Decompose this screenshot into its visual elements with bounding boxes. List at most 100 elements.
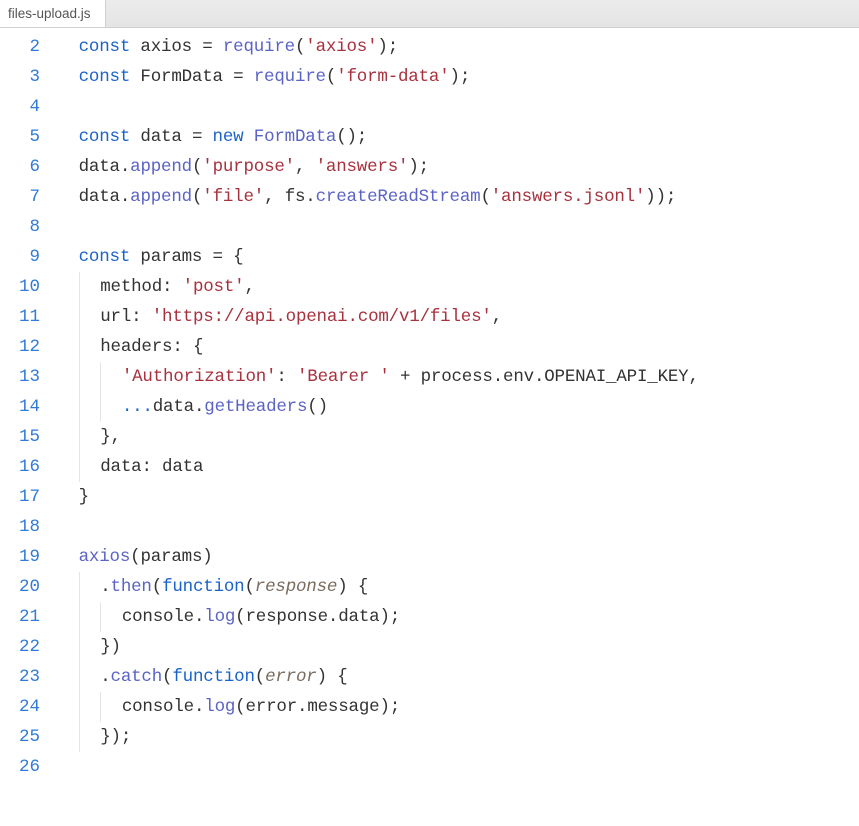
- token-dot: .: [328, 607, 338, 627]
- token-fn: log: [204, 697, 235, 717]
- token-def: env: [503, 367, 534, 387]
- code-line[interactable]: 16 data: data: [0, 452, 859, 482]
- tab-active[interactable]: files-upload.js: [0, 0, 106, 27]
- token-op: =: [202, 37, 223, 57]
- line-number: 8: [0, 212, 58, 242]
- token-op: (: [192, 187, 202, 207]
- token-op: );: [379, 607, 400, 627]
- token-fn: createReadStream: [316, 187, 481, 207]
- line-number: 26: [0, 752, 58, 782]
- line-number: 14: [0, 392, 58, 422]
- token-op: ();: [336, 127, 367, 147]
- code-line[interactable]: 21 console.log(response.data);: [0, 602, 859, 632]
- code-content: url: 'https://api.openai.com/v1/files',: [58, 302, 859, 332]
- code-editor[interactable]: 2 const axios = require('axios');3 const…: [0, 28, 859, 782]
- token-def: process: [421, 367, 493, 387]
- token-op: +: [390, 367, 421, 387]
- code-line[interactable]: 5 const data = new FormData();: [0, 122, 859, 152]
- code-line[interactable]: 13 'Authorization': 'Bearer ' + process.…: [0, 362, 859, 392]
- token-str: 'purpose': [202, 157, 295, 177]
- token-op: ,: [244, 277, 254, 297]
- code-line[interactable]: 23 .catch(function(error) {: [0, 662, 859, 692]
- token-fn: append: [130, 157, 192, 177]
- code-line[interactable]: 17 }: [0, 482, 859, 512]
- token-op: },: [100, 427, 121, 447]
- code-content: const FormData = require('form-data');: [58, 62, 859, 92]
- token-op: ) {: [337, 577, 368, 597]
- token-prop: headers: [100, 337, 172, 357]
- token-op: (: [192, 157, 202, 177]
- token-op: ,: [264, 187, 285, 207]
- token-kw: const: [79, 37, 141, 57]
- token-op: :: [162, 277, 183, 297]
- code-line[interactable]: 3 const FormData = require('form-data');: [0, 62, 859, 92]
- code-content: const data = new FormData();: [58, 122, 859, 152]
- token-dot: .: [100, 577, 110, 597]
- line-number: 24: [0, 692, 58, 722]
- code-content: const axios = require('axios');: [58, 32, 859, 62]
- token-op: :: [276, 367, 297, 387]
- token-str: 'form-data': [336, 67, 449, 87]
- token-str: 'https://api.openai.com/v1/files': [152, 307, 492, 327]
- line-number: 2: [0, 32, 58, 62]
- code-line[interactable]: 20 .then(function(response) {: [0, 572, 859, 602]
- code-line[interactable]: 26: [0, 752, 859, 782]
- token-op: :: [141, 457, 162, 477]
- token-op: (): [307, 397, 328, 417]
- token-def: message: [307, 697, 379, 717]
- code-line[interactable]: 6 data.append('purpose', 'answers');: [0, 152, 859, 182]
- code-line[interactable]: 2 const axios = require('axios');: [0, 32, 859, 62]
- token-def: error: [245, 697, 297, 717]
- token-def: data: [140, 127, 192, 147]
- token-op: (: [480, 187, 490, 207]
- code-line[interactable]: 11 url: 'https://api.openai.com/v1/files…: [0, 302, 859, 332]
- line-number: 19: [0, 542, 58, 572]
- code-content: console.log(response.data);: [58, 602, 859, 632]
- code-content: 'Authorization': 'Bearer ' + process.env…: [58, 362, 859, 392]
- code-content: .catch(function(error) {: [58, 662, 859, 692]
- code-line[interactable]: 18: [0, 512, 859, 542]
- code-line[interactable]: 4: [0, 92, 859, 122]
- code-line[interactable]: 14 ...data.getHeaders(): [0, 392, 859, 422]
- token-prop: data: [100, 457, 141, 477]
- code-line[interactable]: 25 });: [0, 722, 859, 752]
- code-content: .then(function(response) {: [58, 572, 859, 602]
- token-op: (: [235, 697, 245, 717]
- token-def: OPENAI_API_KEY: [544, 367, 688, 387]
- token-op: );: [408, 157, 429, 177]
- code-line[interactable]: 12 headers: {: [0, 332, 859, 362]
- code-content: });: [58, 722, 859, 752]
- code-line[interactable]: 24 console.log(error.message);: [0, 692, 859, 722]
- token-str: 'answers.jsonl': [491, 187, 646, 207]
- code-content: data.append('purpose', 'answers');: [58, 152, 859, 182]
- token-op: ) {: [317, 667, 348, 687]
- token-def: params: [140, 247, 212, 267]
- token-op: ,: [492, 307, 502, 327]
- token-def: data: [162, 457, 203, 477]
- line-number: 13: [0, 362, 58, 392]
- token-str: 'Bearer ': [297, 367, 390, 387]
- token-dot: .: [534, 367, 544, 387]
- tab-bar: files-upload.js: [0, 0, 859, 28]
- token-fn: require: [223, 37, 295, 57]
- token-op: ));: [645, 187, 676, 207]
- code-line[interactable]: 9 const params = {: [0, 242, 859, 272]
- token-def: params: [140, 547, 202, 567]
- code-line[interactable]: 10 method: 'post',: [0, 272, 859, 302]
- code-line[interactable]: 7 data.append('file', fs.createReadStrea…: [0, 182, 859, 212]
- code-line[interactable]: 19 axios(params): [0, 542, 859, 572]
- token-op: });: [100, 727, 131, 747]
- code-line[interactable]: 22 }): [0, 632, 859, 662]
- token-def: data: [153, 397, 194, 417]
- token-op: ,: [295, 157, 316, 177]
- token-dot: .: [120, 157, 130, 177]
- code-line[interactable]: 8: [0, 212, 859, 242]
- token-spread: ...: [122, 397, 153, 417]
- code-content: [58, 752, 859, 782]
- token-fn: getHeaders: [204, 397, 307, 417]
- token-op: (: [130, 547, 140, 567]
- line-number: 25: [0, 722, 58, 752]
- code-content: [58, 512, 859, 542]
- token-str: 'Authorization': [122, 367, 277, 387]
- code-line[interactable]: 15 },: [0, 422, 859, 452]
